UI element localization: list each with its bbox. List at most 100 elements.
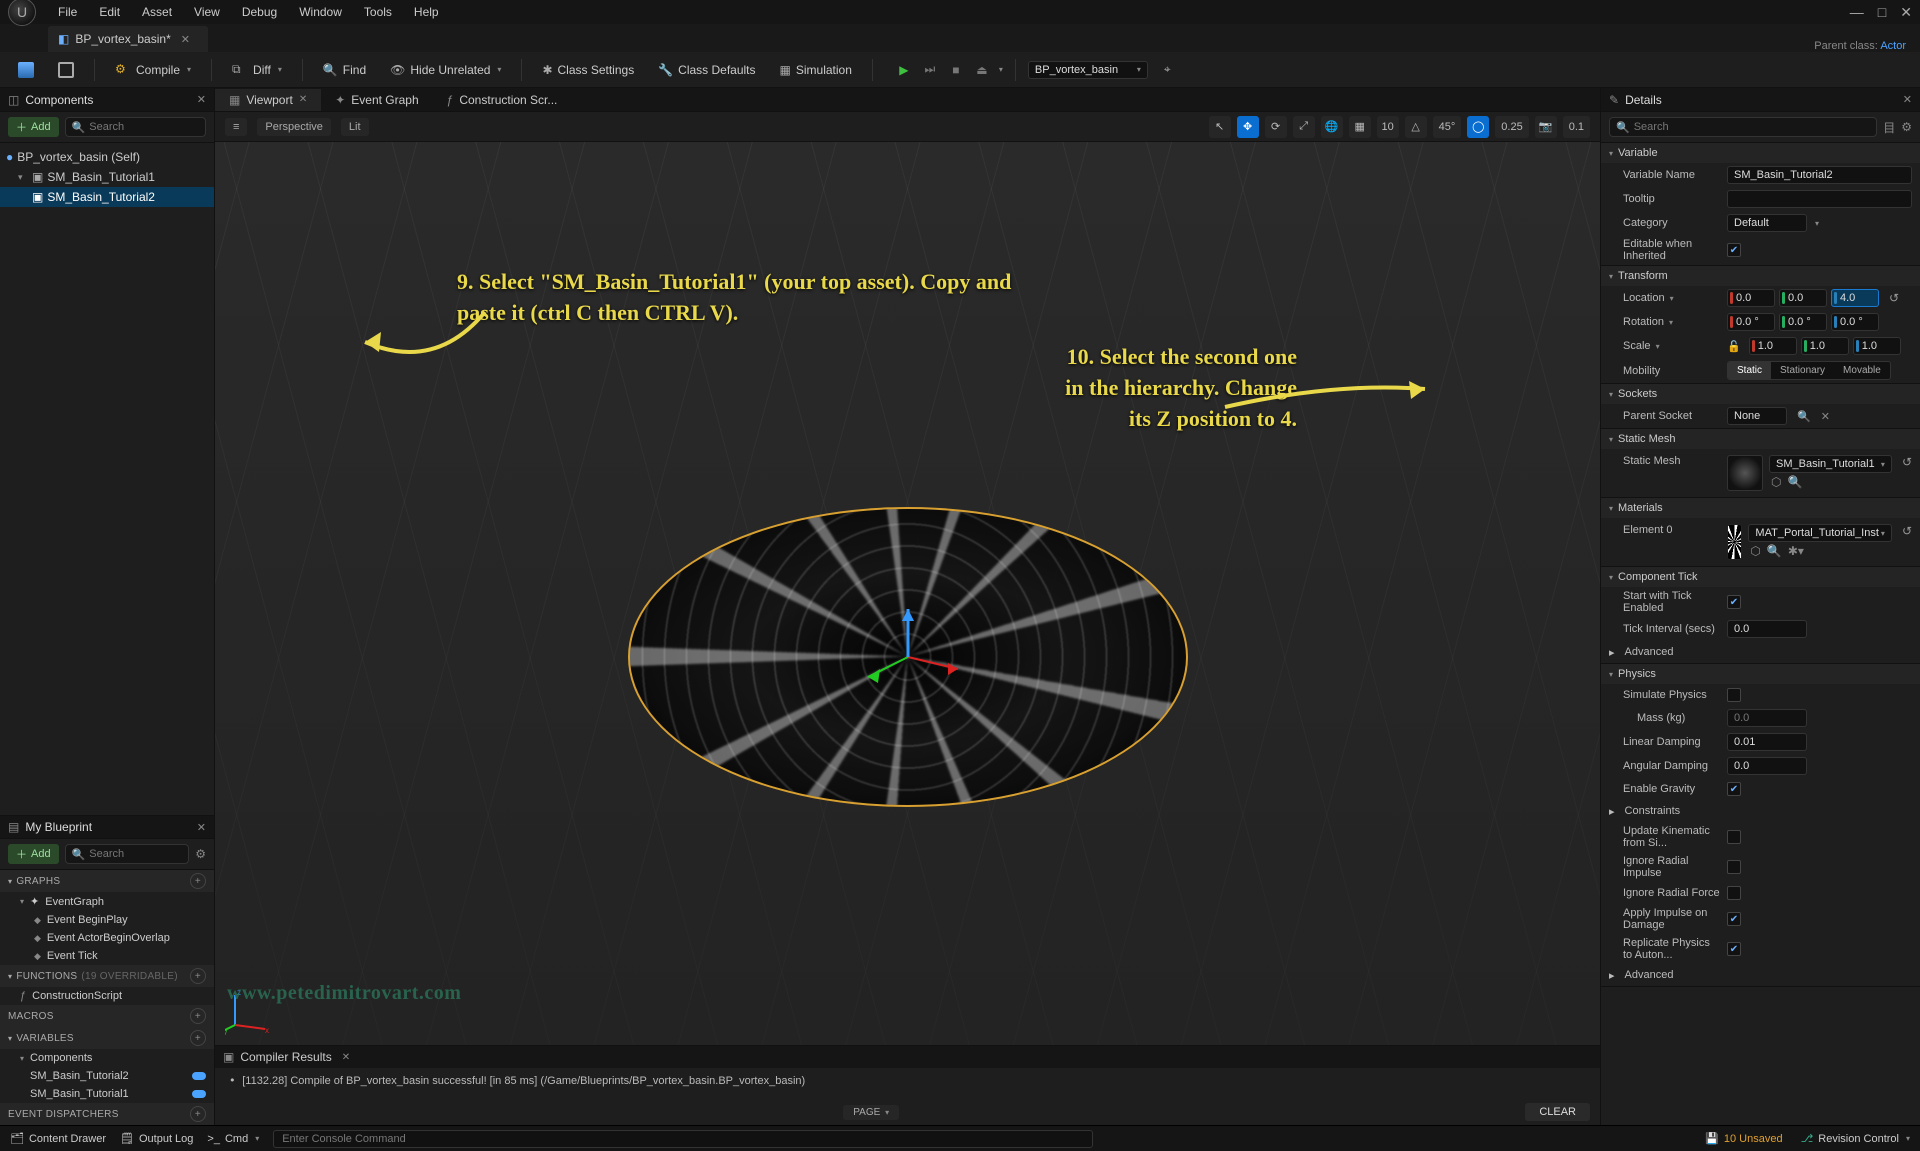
- add-function-button[interactable]: +: [190, 968, 206, 984]
- grid-snap-value[interactable]: 10: [1377, 116, 1399, 138]
- linear-damping-field[interactable]: 0.01: [1727, 733, 1807, 751]
- close-panel-icon[interactable]: ✕: [342, 1052, 350, 1063]
- var-sm2[interactable]: SM_Basin_Tutorial2: [0, 1067, 214, 1085]
- blueprint-search[interactable]: 🔍 Search: [65, 844, 190, 864]
- mobility-stationary[interactable]: Stationary: [1771, 362, 1834, 379]
- lock-scale-icon[interactable]: 🔓: [1727, 340, 1741, 353]
- settings-icon[interactable]: ⚙: [1901, 120, 1912, 134]
- details-search[interactable]: 🔍 Search: [1609, 117, 1877, 137]
- graphs-header[interactable]: ▾GRAPHS+: [0, 870, 214, 892]
- construction-script-item[interactable]: ƒConstructionScript: [0, 987, 214, 1005]
- my-blueprint-tab[interactable]: ▤ My Blueprint ✕: [0, 815, 214, 839]
- eventgraph-tab[interactable]: ✦Event Graph: [321, 89, 432, 111]
- angle-snap-value[interactable]: 45°: [1433, 116, 1462, 138]
- viewport-tab[interactable]: ▦Viewport✕: [215, 89, 321, 111]
- close-panel-icon[interactable]: ✕: [197, 93, 206, 106]
- details-panel-tab[interactable]: ✎ Details ✕: [1601, 88, 1920, 112]
- settings-icon[interactable]: ⚙: [195, 847, 206, 861]
- scale-z[interactable]: 1.0: [1853, 337, 1901, 355]
- browse-icon[interactable]: 🔍: [1797, 410, 1811, 423]
- scale-tool[interactable]: ⤢: [1293, 116, 1315, 138]
- menu-help[interactable]: Help: [404, 2, 449, 22]
- camera-speed-icon[interactable]: 📷: [1535, 116, 1557, 138]
- window-minimize-icon[interactable]: —: [1850, 4, 1864, 21]
- page-selector[interactable]: PAGE ▾: [843, 1105, 899, 1120]
- menu-asset[interactable]: Asset: [132, 2, 182, 22]
- unsaved-indicator[interactable]: 💾10 Unsaved: [1705, 1132, 1782, 1145]
- clear-icon[interactable]: ✕: [1821, 410, 1830, 423]
- output-log-button[interactable]: 🗒Output Log: [120, 1132, 193, 1145]
- tooltip-field[interactable]: [1727, 190, 1912, 208]
- ignore-radial-impulse-checkbox[interactable]: [1727, 860, 1741, 874]
- reset-location-button[interactable]: ↺: [1889, 291, 1899, 305]
- section-static-mesh[interactable]: ▾Static Mesh: [1601, 429, 1920, 449]
- components-panel-tab[interactable]: ◫ Components ✕: [0, 88, 214, 112]
- rotate-tool[interactable]: ⟳: [1265, 116, 1287, 138]
- cmd-selector[interactable]: >_Cmd▾: [207, 1133, 259, 1145]
- add-dispatcher-button[interactable]: +: [190, 1106, 206, 1122]
- menu-tools[interactable]: Tools: [354, 2, 402, 22]
- add-graph-button[interactable]: +: [190, 873, 206, 889]
- scale-x[interactable]: 1.0: [1749, 337, 1797, 355]
- class-settings-button[interactable]: ✱ Class Settings: [534, 59, 642, 81]
- dispatchers-header[interactable]: EVENT DISPATCHERS+: [0, 1103, 214, 1125]
- viewport-menu-button[interactable]: ≡: [225, 118, 247, 136]
- scale-snap-button[interactable]: ◯: [1467, 116, 1489, 138]
- parent-socket-field[interactable]: None: [1727, 407, 1787, 425]
- menu-view[interactable]: View: [184, 2, 230, 22]
- content-drawer-button[interactable]: 🗂Content Drawer: [10, 1132, 106, 1145]
- reset-mesh-button[interactable]: ↺: [1902, 455, 1912, 469]
- window-close-icon[interactable]: ✕: [1900, 4, 1912, 21]
- select-tool[interactable]: ↖: [1209, 116, 1231, 138]
- physics-advanced-label[interactable]: Advanced: [1625, 969, 1674, 981]
- components-vars-header[interactable]: ▾Components: [0, 1049, 214, 1067]
- reset-material-button[interactable]: ↺: [1902, 524, 1912, 538]
- viewport-3d[interactable]: z x y 9. Select "SM_Basin_Tutorial1" (yo…: [215, 142, 1600, 1045]
- editable-checkbox[interactable]: ✔: [1727, 243, 1741, 257]
- location-y[interactable]: 0.0: [1779, 289, 1827, 307]
- stop-button[interactable]: ■: [945, 59, 967, 81]
- macros-header[interactable]: MACROS+: [0, 1005, 214, 1027]
- var-sm1[interactable]: SM_Basin_Tutorial1: [0, 1085, 214, 1103]
- hide-unrelated-button[interactable]: 👁 Hide Unrelated ▾: [382, 59, 509, 81]
- category-dropdown[interactable]: ▾: [1815, 219, 1819, 228]
- menu-debug[interactable]: Debug: [232, 2, 287, 22]
- more-icon[interactable]: ✱▾: [1788, 544, 1804, 558]
- browse-to-icon[interactable]: 🔍: [1787, 475, 1802, 489]
- update-kinematic-checkbox[interactable]: [1727, 830, 1741, 844]
- construction-tab[interactable]: ƒConstruction Scr...: [433, 89, 572, 111]
- angular-damping-field[interactable]: 0.0: [1727, 757, 1807, 775]
- surface-snap-button[interactable]: ▦: [1349, 116, 1371, 138]
- section-transform[interactable]: ▾Transform: [1601, 266, 1920, 286]
- location-x[interactable]: 0.0: [1727, 289, 1775, 307]
- event-beginplay[interactable]: ◆Event BeginPlay: [0, 911, 214, 929]
- simulate-physics-checkbox[interactable]: [1727, 688, 1741, 702]
- scale-y[interactable]: 1.0: [1801, 337, 1849, 355]
- add-component-button[interactable]: ＋ Add: [8, 117, 59, 137]
- menu-edit[interactable]: Edit: [89, 2, 130, 22]
- play-button[interactable]: ▶: [893, 59, 915, 81]
- static-mesh-thumbnail[interactable]: [1727, 455, 1763, 491]
- tick-enabled-checkbox[interactable]: ✔: [1727, 595, 1741, 609]
- category-field[interactable]: Default: [1727, 214, 1807, 232]
- browse-to-icon[interactable]: 🔍: [1767, 544, 1782, 558]
- simulation-button[interactable]: ▦ Simulation: [772, 59, 860, 81]
- replicate-physics-checkbox[interactable]: ✔: [1727, 942, 1741, 956]
- compiler-results-tab[interactable]: ▣ Compiler Results ✕: [215, 1046, 1600, 1068]
- document-tab[interactable]: ◧ BP_vortex_basin* ✕: [48, 26, 208, 52]
- console-input[interactable]: Enter Console Command: [273, 1130, 1093, 1148]
- tick-advanced-label[interactable]: Advanced: [1625, 646, 1674, 658]
- browse-button[interactable]: [50, 58, 82, 82]
- event-tick[interactable]: ◆Event Tick: [0, 947, 214, 965]
- rotation-y[interactable]: 0.0 °: [1779, 313, 1827, 331]
- apply-impulse-checkbox[interactable]: ✔: [1727, 912, 1741, 926]
- section-materials[interactable]: ▾Materials: [1601, 498, 1920, 518]
- component-root[interactable]: ● BP_vortex_basin (Self): [0, 147, 214, 167]
- locate-button[interactable]: ⌖: [1156, 58, 1179, 81]
- clear-button[interactable]: CLEAR: [1525, 1103, 1590, 1121]
- variables-header[interactable]: ▾VARIABLES+: [0, 1027, 214, 1049]
- event-overlap[interactable]: ◆Event ActorBeginOverlap: [0, 929, 214, 947]
- section-sockets[interactable]: ▾Sockets: [1601, 384, 1920, 404]
- mobility-static[interactable]: Static: [1728, 362, 1771, 379]
- tick-interval-field[interactable]: 0.0: [1727, 620, 1807, 638]
